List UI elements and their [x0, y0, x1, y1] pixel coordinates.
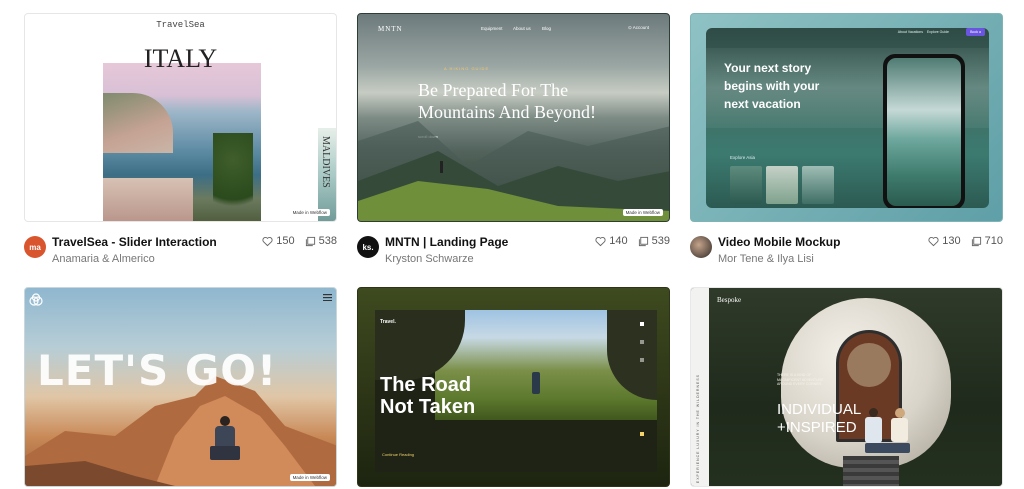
view-count: 539 — [651, 235, 670, 247]
logo-icon[interactable] — [29, 293, 43, 307]
made-in-webflow-badge[interactable]: Made in Webflow — [289, 474, 330, 481]
like-count: 150 — [276, 235, 295, 247]
shot-title[interactable]: MNTN | Landing Page — [385, 235, 508, 249]
thumb-headline: ITALY — [143, 44, 218, 73]
shot-author[interactable]: Mor Tene & Ilya Lisi — [718, 253, 814, 265]
brand-logo: Bespoke — [717, 296, 742, 304]
avatar-initials: ks. — [362, 242, 374, 252]
shot-author[interactable]: Kryston Schwarze — [385, 253, 474, 265]
hero-headline: LET'S GO! — [37, 346, 278, 395]
avatar[interactable]: ks. — [357, 236, 379, 258]
book-button[interactable]: Book a — [966, 28, 985, 36]
hero-headline: Not Taken — [380, 396, 476, 418]
hero-headline: next vacation — [724, 97, 801, 111]
quote-text: THERE IS A KIND OF MAGNIFICENT ADVENTURE… — [777, 373, 824, 386]
side-text: EXPERIENCE LUXURY IN THE WILDERNESS — [696, 374, 700, 484]
brand-logo: Travel. — [380, 319, 396, 325]
avatar-initials: ma — [29, 242, 41, 252]
stairs — [843, 456, 899, 486]
avatar[interactable]: ma — [24, 236, 46, 258]
account-link[interactable]: ⊙ Account — [628, 25, 649, 31]
shot-card[interactable]: MNTN Equipment About us Blog ⊙ Account A… — [357, 13, 670, 274]
hero-headline: Be Prepared For The — [418, 80, 569, 100]
shot-meta: ks. MNTN | Landing Page Kryston Schwarze… — [357, 234, 670, 274]
like-count: 130 — [942, 235, 961, 247]
explore-label: Explore Asia — [730, 155, 756, 160]
phone-mockup — [883, 54, 965, 208]
shot-thumbnail[interactable]: About Vacations Explore Guide Book a You… — [690, 13, 1003, 222]
hero-headline: The Road — [380, 374, 472, 396]
shot-stats: 130 710 — [928, 235, 1003, 247]
side-word: MALDIVES — [320, 136, 331, 188]
side-photo: MALDIVES — [318, 128, 336, 221]
account-label: Account — [632, 25, 649, 30]
shot-title[interactable]: Video Mobile Mockup — [718, 235, 840, 249]
avatar[interactable] — [690, 236, 712, 258]
coast-photo — [103, 63, 261, 221]
thumbnail-tile[interactable] — [802, 166, 834, 204]
shot-author[interactable]: Anamaria & Almerico — [52, 253, 155, 265]
brand-logo: TravelSea — [156, 20, 205, 30]
mountain-silhouette — [358, 111, 669, 221]
shot-stats: 150 538 — [262, 235, 337, 247]
shot-thumbnail[interactable]: MNTN Equipment About us Blog ⊙ Account A… — [357, 13, 670, 222]
shot-card[interactable]: About Vacations Explore Guide Book a You… — [690, 13, 1003, 274]
nav-link[interactable]: About Vacations — [898, 30, 923, 34]
heart-icon[interactable] — [262, 236, 273, 247]
nav-link[interactable]: About us — [513, 26, 531, 31]
side-strip: EXPERIENCE LUXURY IN THE WILDERNESS — [691, 288, 709, 486]
eyebrow: A HIKING GUIDE — [444, 66, 490, 71]
shot-card[interactable]: LET'S GO! Made in Webflow — [24, 287, 337, 487]
thumbnail-tile[interactable] — [766, 166, 798, 204]
shot-meta: ma TravelSea - Slider Interaction Anamar… — [24, 234, 337, 274]
nav-link[interactable]: Explore Guide — [927, 30, 949, 34]
stack-icon — [971, 236, 981, 246]
shot-card[interactable]: Travel. The Road Not Taken Continue Read… — [357, 287, 670, 487]
made-in-webflow-badge[interactable]: Made in Webflow — [622, 209, 663, 216]
nav-link[interactable]: Equipment — [481, 26, 503, 31]
view-count: 710 — [984, 235, 1003, 247]
shot-card[interactable]: TravelSea ITALY MALDIVES Made in Webflow… — [24, 13, 337, 274]
brand-logo: MNTN — [378, 25, 403, 33]
shot-card[interactable]: EXPERIENCE LUXURY IN THE WILDERNESS Besp… — [690, 287, 1003, 487]
shot-title[interactable]: TravelSea - Slider Interaction — [52, 235, 217, 249]
shot-meta: Video Mobile Mockup Mor Tene & Ilya Lisi… — [690, 234, 1003, 274]
hero-headline: Your next story — [724, 61, 812, 75]
person-figure — [210, 416, 240, 466]
heart-icon[interactable] — [928, 236, 939, 247]
view-count: 538 — [318, 235, 337, 247]
like-count: 140 — [609, 235, 628, 247]
stack-icon — [638, 236, 648, 246]
inner-screen: About Vacations Explore Guide Book a You… — [706, 28, 989, 208]
shot-stats: 140 539 — [595, 235, 670, 247]
slider-dots[interactable] — [640, 322, 645, 442]
heart-icon[interactable] — [595, 236, 606, 247]
shot-thumbnail[interactable]: Travel. The Road Not Taken Continue Read… — [357, 287, 670, 487]
read-more-link[interactable]: Continue Reading — [382, 452, 414, 457]
made-in-webflow-badge[interactable]: Made in Webflow — [289, 209, 330, 216]
thumbnail-tile[interactable] — [730, 166, 762, 204]
hero-headline: begins with your — [724, 79, 820, 93]
hamburger-icon[interactable] — [323, 294, 332, 301]
stack-icon — [305, 236, 315, 246]
shot-thumbnail[interactable]: LET'S GO! Made in Webflow — [24, 287, 337, 487]
nav-link[interactable]: Blog — [542, 26, 551, 31]
hero-headline: +INSPIRED — [777, 419, 857, 436]
hero-headline: INDIVIDUAL — [777, 401, 862, 418]
shot-thumbnail[interactable]: TravelSea ITALY MALDIVES Made in Webflow — [24, 13, 337, 222]
shot-thumbnail[interactable]: EXPERIENCE LUXURY IN THE WILDERNESS Besp… — [690, 287, 1003, 487]
